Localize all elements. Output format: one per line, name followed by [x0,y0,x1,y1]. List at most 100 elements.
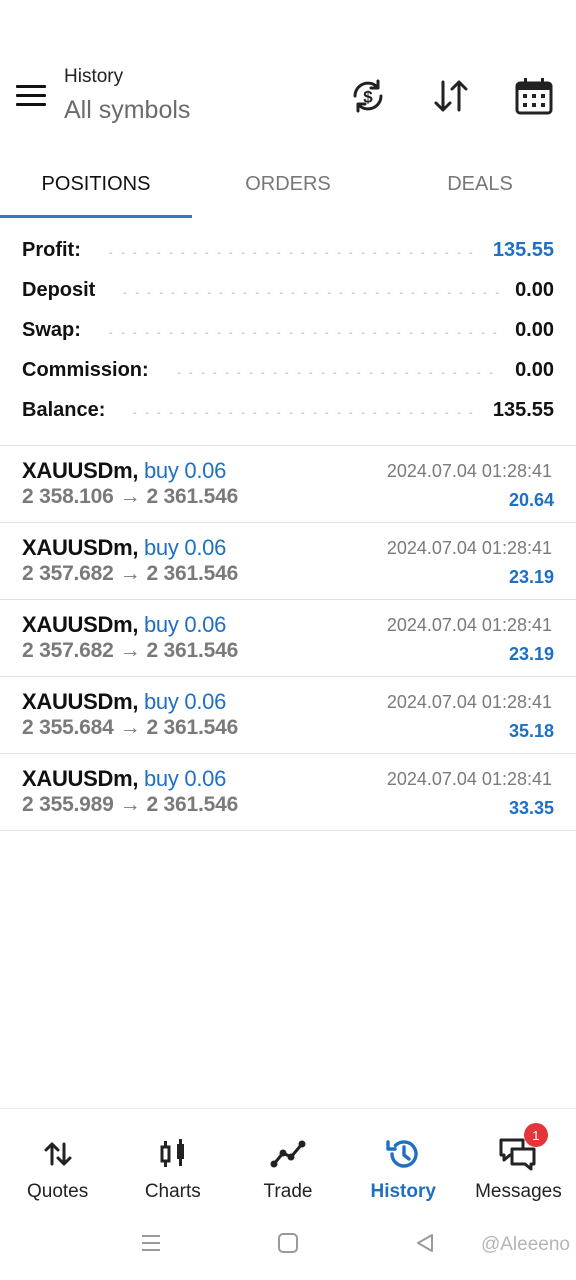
summary-row-deposit: Deposit 0.00 [0,270,576,310]
arrow-right-icon: → [119,793,141,816]
account-summary: Profit: 135.55 Deposit 0.00 Swap: 0.00 C… [0,230,576,430]
side-volume: buy 0.06 [144,766,227,791]
symbol: XAUUSDm, [22,689,139,714]
swap-label: Swap: [22,318,91,342]
nav-quotes[interactable]: Quotes [0,1109,115,1208]
nav-charts[interactable]: Charts [115,1109,230,1208]
home-icon [278,1233,298,1253]
arrow-right-icon: → [119,716,141,739]
app-header: History All symbols $ [0,0,576,150]
dot-leader [104,252,479,254]
list-item[interactable]: XAUUSDm, buy 0.06 2 357.682 → 2 361.546 20… [0,600,576,677]
open-price: 2 355.684 [22,716,114,739]
commission-label: Commission: [22,358,159,382]
position-profit: 33.35 [508,798,554,818]
price-line: 2 355.684 → 2 361.546 [22,716,238,740]
close-price: 2 361.546 [146,562,239,585]
system-nav-bar: @Aleeeno [0,1214,576,1280]
position-profit: 35.18 [508,721,554,741]
calendar-icon [515,78,553,115]
close-time: 2024.07.04 01:28:41 [386,769,552,789]
symbol: XAUUSDm, [22,612,139,637]
back-icon [417,1234,433,1252]
symbol-filter[interactable]: All symbols [64,96,190,125]
nav-history[interactable]: History [346,1109,461,1208]
calendar-button[interactable] [512,74,556,118]
list-item[interactable]: XAUUSDm, buy 0.06 2 355.684 → 2 361.546 20… [0,677,576,754]
positions-list: XAUUSDm, buy 0.06 2 358.106 → 2 361.546 20… [0,446,576,831]
position-profit: 23.19 [508,644,554,664]
tab-bar: POSITIONS ORDERS DEALS [0,150,576,218]
close-time: 2024.07.04 01:28:41 [386,692,552,712]
swap-value: 0.00 [515,318,554,341]
balance-label: Balance: [22,398,116,422]
arrow-right-icon: → [119,485,141,508]
list-item[interactable]: XAUUSDm, buy 0.06 2 355.989 → 2 361.546 20… [0,754,576,831]
side-volume: buy 0.06 [144,458,227,483]
nav-label: Trade [263,1181,313,1202]
trade-icon [270,1137,306,1171]
profit-label: Profit: [22,238,91,262]
menu-icon-bar [16,103,46,106]
commission-value: 0.00 [515,358,554,381]
close-time: 2024.07.04 01:28:41 [386,538,552,558]
position-profit: 20.64 [508,490,554,510]
close-time: 2024.07.04 01:28:41 [386,461,552,481]
side-volume: buy 0.06 [144,689,227,714]
position-profit: 23.19 [508,567,554,587]
deposit-value: 0.00 [515,278,554,301]
symbol-line: XAUUSDm, buy 0.06 [22,612,226,638]
currency-sync-icon: $ [353,79,383,113]
nav-label: History [370,1181,436,1202]
balance-value: 135.55 [492,398,554,421]
side-volume: buy 0.06 [144,612,227,637]
recents-icon [142,1235,160,1251]
candlestick-icon [158,1137,188,1171]
menu-icon-bar [16,94,46,97]
sort-icon [434,80,468,112]
nav-label: Charts [144,1181,201,1202]
nav-messages[interactable]: 1 Messages [461,1109,576,1208]
history-icon [385,1137,421,1171]
deposit-label: Deposit [22,278,106,302]
summary-row-commission: Commission: 0.00 [0,350,576,390]
sort-button[interactable] [429,74,473,118]
price-line: 2 358.106 → 2 361.546 [22,485,238,509]
summary-row-balance: Balance: 135.55 [0,390,576,430]
nav-trade[interactable]: Trade [230,1109,345,1208]
open-price: 2 357.682 [22,639,114,662]
close-price: 2 361.546 [146,716,239,739]
summary-row-swap: Swap: 0.00 [0,310,576,350]
quotes-icon [43,1137,73,1171]
profit-value: 135.55 [492,238,554,261]
dot-leader [104,332,502,334]
list-item[interactable]: XAUUSDm, buy 0.06 2 358.106 → 2 361.546 20… [0,446,576,523]
home-button[interactable] [277,1232,299,1259]
nav-label: Quotes [26,1181,89,1202]
symbol: XAUUSDm, [22,766,139,791]
summary-row-profit: Profit: 135.55 [0,230,576,270]
currency-sync-button[interactable]: $ [346,74,390,118]
symbol-line: XAUUSDm, buy 0.06 [22,458,226,484]
nav-label: Messages [475,1181,562,1202]
bottom-navigation: Quotes Charts Trade History 1 Messages [0,1108,576,1208]
symbol-line: XAUUSDm, buy 0.06 [22,766,226,792]
tab-orders[interactable]: ORDERS [192,150,384,218]
symbol: XAUUSDm, [22,535,139,560]
tab-positions[interactable]: POSITIONS [0,150,192,218]
symbol-line: XAUUSDm, buy 0.06 [22,535,226,561]
tab-deals[interactable]: DEALS [384,150,576,218]
list-item[interactable]: XAUUSDm, buy 0.06 2 357.682 → 2 361.546 20… [0,523,576,600]
dot-leader [129,412,479,414]
menu-button[interactable] [14,82,48,110]
arrow-right-icon: → [119,639,141,662]
back-button[interactable] [414,1232,436,1259]
recents-button[interactable] [140,1232,162,1259]
price-line: 2 357.682 → 2 361.546 [22,562,238,586]
close-price: 2 361.546 [146,793,239,816]
open-price: 2 355.989 [22,793,114,816]
side-volume: buy 0.06 [144,535,227,560]
close-time: 2024.07.04 01:28:41 [386,615,552,635]
svg-text:$: $ [363,88,373,107]
watermark: @Aleeeno [480,1234,570,1255]
